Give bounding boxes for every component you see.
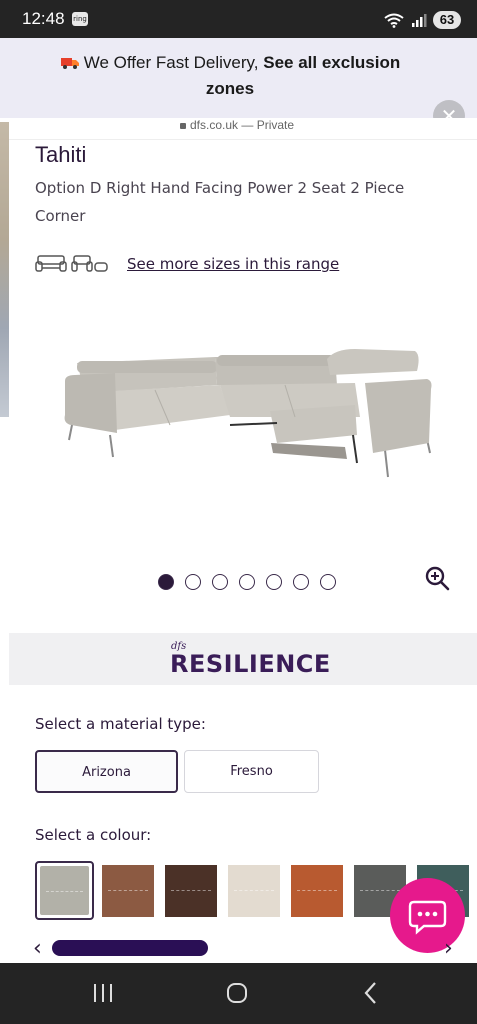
zoom-in-icon[interactable] [424,565,450,591]
url-suffix: — Private [241,118,295,132]
url-strip: dfs.co.uk — Private [0,118,477,140]
product-description: Option D Right Hand Facing Power 2 Seat … [35,179,405,225]
product-title: Tahiti [35,142,87,167]
navigation-bar [0,963,477,1024]
chat-bubble-icon [408,900,447,935]
home-icon[interactable] [197,963,277,1024]
truck-icon [60,58,79,69]
ring-icon: ring [72,12,88,26]
brand-name: RESILIENCE [170,650,331,678]
scroll-left-icon[interactable]: ‹ [33,936,42,961]
gallery-pagination [158,574,336,590]
gallery-dot[interactable] [212,574,228,590]
gallery-dot[interactable] [293,574,309,590]
banner-text: We Offer Fast Delivery, See all exclusio… [40,50,420,102]
swatch-scrollbar-thumb[interactable] [52,940,208,956]
gallery-dot[interactable] [239,574,255,590]
colour-swatch[interactable] [291,865,343,917]
colour-swatch-selected[interactable] [35,861,94,920]
back-icon[interactable] [331,963,411,1024]
sofa-size-icon [35,255,67,272]
signal-icon [412,14,427,27]
status-time: 12:48 [22,9,65,28]
gallery-dot[interactable] [320,574,336,590]
banner-text-plain: We Offer Fast Delivery, [83,53,259,72]
material-type-label: Select a material type: [35,715,206,733]
lock-icon [180,123,186,129]
colour-label: Select a colour: [35,826,152,844]
status-bar: 12:48 ring 63 [0,0,477,38]
armchair-size-icon [71,255,108,272]
colour-swatch[interactable] [228,865,280,917]
previous-image-peek[interactable] [0,122,9,417]
see-more-sizes-link[interactable]: See more sizes in this range [127,255,339,273]
delivery-banner: We Offer Fast Delivery, See all exclusio… [0,38,477,132]
product-image[interactable] [55,335,445,485]
material-option-fresno[interactable]: Fresno [184,750,319,793]
battery-icon: 63 [433,11,461,29]
gallery-dot[interactable] [266,574,282,590]
url-domain: dfs.co.uk [190,118,239,132]
recent-apps-icon[interactable] [63,963,143,1024]
chat-button[interactable] [390,878,465,953]
colour-swatch[interactable] [102,865,154,917]
material-option-arizona[interactable]: Arizona [35,750,178,793]
colour-swatch[interactable] [165,865,217,917]
scroll-right-icon[interactable]: › [444,936,453,961]
size-icons [35,254,109,274]
gallery-dot[interactable] [185,574,201,590]
gallery-dot[interactable] [158,574,174,590]
wifi-icon [384,13,404,28]
status-icons: 63 [383,10,461,30]
